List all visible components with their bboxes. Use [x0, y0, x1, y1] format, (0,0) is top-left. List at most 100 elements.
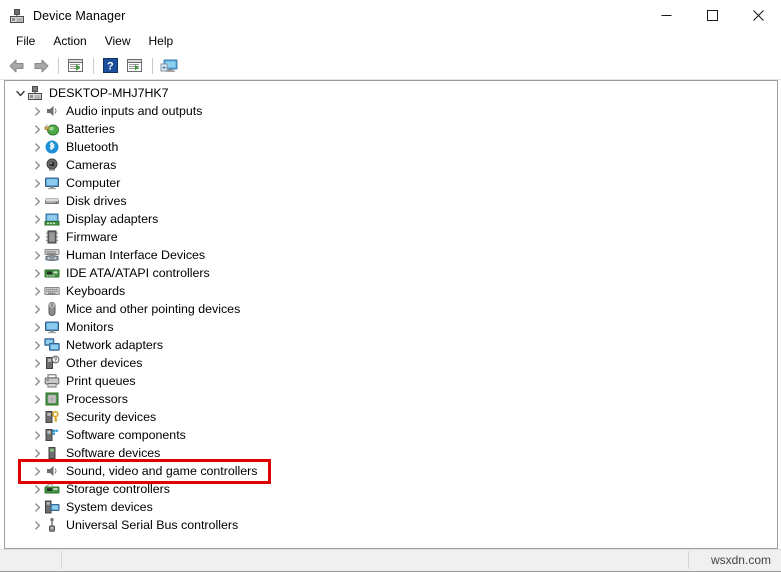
chevron-right-icon[interactable]	[30, 354, 44, 372]
firmware-chip-icon	[44, 229, 60, 245]
close-button[interactable]	[735, 0, 781, 31]
tree-item-processors[interactable]: Processors	[5, 390, 777, 408]
camera-icon	[44, 157, 60, 173]
menu-item-view[interactable]: View	[96, 32, 140, 51]
printer-icon	[44, 373, 60, 389]
chevron-right-icon[interactable]	[30, 498, 44, 516]
tree-item-storage-controllers[interactable]: Storage controllers	[5, 480, 777, 498]
chevron-right-icon[interactable]	[30, 156, 44, 174]
chevron-right-icon[interactable]	[30, 282, 44, 300]
tree-item-network-adapters[interactable]: Network adapters	[5, 336, 777, 354]
tree-item-label: Other devices	[66, 356, 143, 370]
chevron-down-icon[interactable]	[13, 84, 27, 102]
software-component-icon	[44, 427, 60, 443]
mouse-icon	[44, 301, 60, 317]
chevron-right-icon[interactable]	[30, 264, 44, 282]
tree-item-human-interface-devices[interactable]: Human Interface Devices	[5, 246, 777, 264]
forward-button[interactable]	[29, 55, 52, 77]
tree-item-label: Audio inputs and outputs	[66, 104, 203, 118]
tree-item-audio-inputs-and-outputs[interactable]: Audio inputs and outputs	[5, 102, 777, 120]
menu-item-help[interactable]: Help	[140, 32, 183, 51]
tree-root-item[interactable]: DESKTOP-MHJ7HK7	[5, 84, 777, 102]
tree-item-label: Universal Serial Bus controllers	[66, 518, 239, 532]
tree-item-label: Human Interface Devices	[66, 248, 206, 262]
back-button[interactable]	[5, 55, 28, 77]
tree-item-disk-drives[interactable]: Disk drives	[5, 192, 777, 210]
chevron-right-icon[interactable]	[30, 426, 44, 444]
tree-item-mice-and-other-pointing-devices[interactable]: Mice and other pointing devices	[5, 300, 777, 318]
status-bar: wsxdn.com	[0, 549, 781, 571]
menu-item-action[interactable]: Action	[44, 32, 95, 51]
minimize-button[interactable]	[643, 0, 689, 31]
tree-item-keyboards[interactable]: Keyboards	[5, 282, 777, 300]
tree-item-display-adapters[interactable]: Display adapters	[5, 210, 777, 228]
separator-icon	[58, 57, 59, 74]
svg-text:?: ?	[54, 358, 58, 364]
display-adapter-icon	[44, 211, 60, 227]
chevron-right-icon[interactable]	[30, 246, 44, 264]
chevron-right-icon[interactable]	[30, 174, 44, 192]
tree-item-label: Processors	[66, 392, 128, 406]
tree-item-security-devices[interactable]: Security devices	[5, 408, 777, 426]
chevron-right-icon[interactable]	[30, 210, 44, 228]
tree-item-label: Display adapters	[66, 212, 159, 226]
tree-item-label: Computer	[66, 176, 121, 190]
chevron-right-icon[interactable]	[30, 462, 44, 480]
chevron-right-icon[interactable]	[30, 318, 44, 336]
tree-item-print-queues[interactable]: Print queues	[5, 372, 777, 390]
device-manager-icon	[9, 8, 25, 24]
tree-item-system-devices[interactable]: System devices	[5, 498, 777, 516]
chevron-right-icon[interactable]	[30, 120, 44, 138]
tree-item-other-devices[interactable]: ? Other devices	[5, 354, 777, 372]
maximize-button[interactable]	[689, 0, 735, 31]
chevron-right-icon[interactable]	[30, 408, 44, 426]
tree-item-label: Keyboards	[66, 284, 126, 298]
tree-item-computer[interactable]: Computer	[5, 174, 777, 192]
chevron-right-icon[interactable]	[30, 102, 44, 120]
chevron-right-icon[interactable]	[30, 300, 44, 318]
disk-drive-icon	[44, 193, 60, 209]
content-area: DESKTOP-MHJ7HK7 Audio inputs and outputs	[0, 80, 781, 549]
tree-item-monitors[interactable]: Monitors	[5, 318, 777, 336]
chevron-right-icon[interactable]	[30, 336, 44, 354]
hid-icon	[44, 247, 60, 263]
tree-item-label: Disk drives	[66, 194, 127, 208]
scan-hardware-changes-button[interactable]	[158, 55, 181, 77]
help-button[interactable]: ?	[99, 55, 122, 77]
chevron-right-icon[interactable]	[30, 192, 44, 210]
tree-item-label: Storage controllers	[66, 482, 170, 496]
properties-button[interactable]	[64, 55, 87, 77]
bluetooth-icon	[44, 139, 60, 155]
chevron-right-icon[interactable]	[30, 444, 44, 462]
chevron-right-icon[interactable]	[30, 138, 44, 156]
status-pane-left	[2, 551, 62, 569]
tree-item-firmware[interactable]: Firmware	[5, 228, 777, 246]
device-tree[interactable]: DESKTOP-MHJ7HK7 Audio inputs and outputs	[4, 80, 778, 549]
tree-item-label: Print queues	[66, 374, 136, 388]
battery-icon	[44, 121, 60, 137]
other-device-question-icon: ?	[44, 355, 60, 371]
tree-item-label: Sound, video and game controllers	[66, 464, 258, 478]
tree-item-bluetooth[interactable]: Bluetooth	[5, 138, 777, 156]
tree-item-ide-ata-atapi-controllers[interactable]: IDE ATA/ATAPI controllers	[5, 264, 777, 282]
tree-item-software-devices[interactable]: Software devices	[5, 444, 777, 462]
svg-text:?: ?	[107, 61, 114, 73]
tree-item-batteries[interactable]: Batteries	[5, 120, 777, 138]
speaker-icon	[44, 103, 60, 119]
update-driver-button[interactable]	[123, 55, 146, 77]
computer-root-icon	[27, 85, 43, 101]
tree-item-cameras[interactable]: Cameras	[5, 156, 777, 174]
tree-item-software-components[interactable]: Software components	[5, 426, 777, 444]
tree-item-label: Security devices	[66, 410, 157, 424]
chevron-right-icon[interactable]	[30, 390, 44, 408]
menu-item-file[interactable]: File	[7, 32, 44, 51]
chevron-right-icon[interactable]	[30, 516, 44, 534]
tree-item-label: Software components	[66, 428, 186, 442]
chevron-right-icon[interactable]	[30, 372, 44, 390]
chevron-right-icon[interactable]	[30, 480, 44, 498]
chevron-right-icon[interactable]	[30, 228, 44, 246]
window-title: Device Manager	[33, 8, 126, 23]
network-adapter-icon	[44, 337, 60, 353]
tree-item-sound-video-and-game-controllers[interactable]: Sound, video and game controllers	[5, 462, 777, 480]
tree-item-universal-serial-bus-controllers[interactable]: Universal Serial Bus controllers	[5, 516, 777, 534]
